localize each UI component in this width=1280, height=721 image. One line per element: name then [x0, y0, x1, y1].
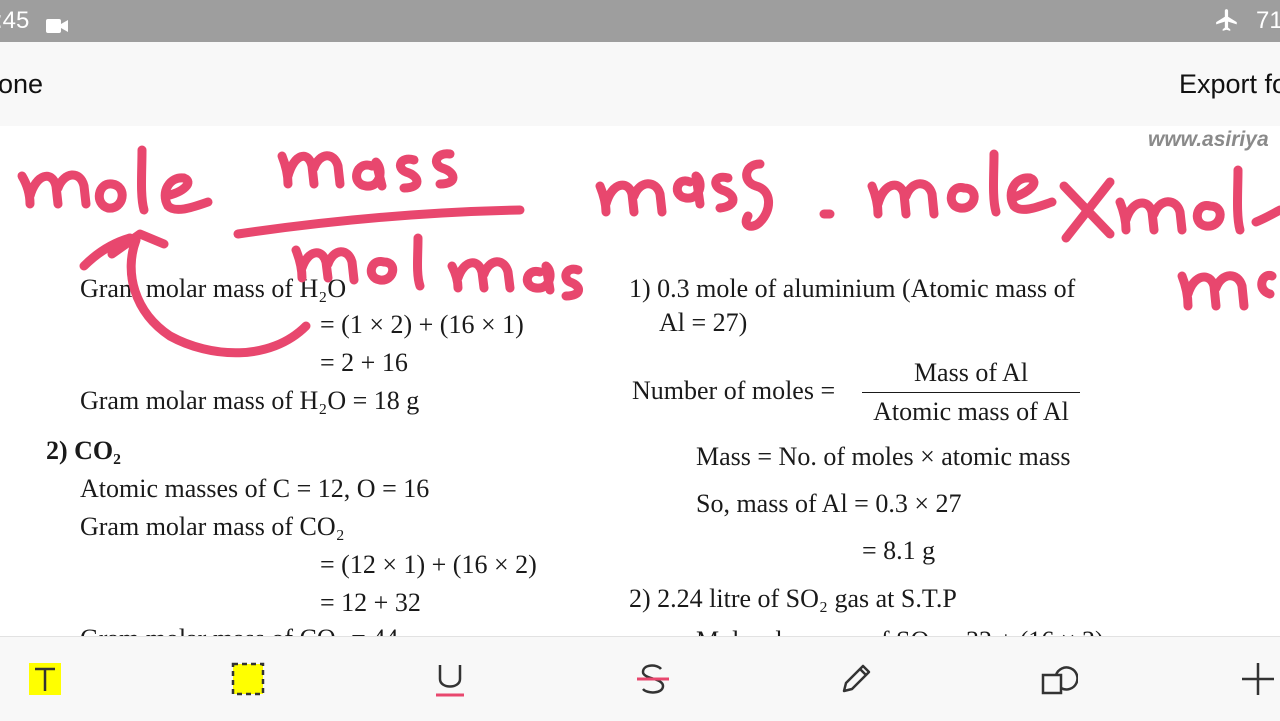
formula-label: Number of moles =: [632, 376, 836, 405]
doc-line: = 12 + 32: [320, 588, 421, 617]
doc-line: 2) 2.24 litre of SO₂ gas at S.T.P: [629, 584, 957, 613]
fraction-denominator: Atomic mass of Al: [873, 397, 1069, 426]
doc-line: = 8.1 g: [862, 536, 936, 565]
status-time: :45: [0, 7, 30, 34]
doc-line: Molecular mass of SO₂ = 32 + (16 × 2): [696, 626, 1104, 636]
doc-line: Gram molar mass of H₂O = 18 g: [80, 386, 420, 415]
document-page[interactable]: www.asiriya Gram molar mass of H₂O = (1 …: [0, 126, 1280, 636]
doc-line: Gram molar mass of H₂O: [80, 274, 347, 303]
doc-line: So, mass of Al = 0.3 × 27: [696, 489, 962, 518]
doc-line: = (1 × 2) + (16 × 1): [320, 310, 524, 339]
doc-line: 1) 0.3 mole of aluminium (Atomic mass of: [629, 274, 1076, 303]
area-select-icon[interactable]: [228, 659, 268, 699]
export-button[interactable]: Export fo: [1179, 69, 1280, 100]
formula-fraction: Mass of Al Atomic mass of Al: [862, 358, 1080, 427]
app-bar: one Export fo: [0, 42, 1280, 126]
status-bar: :45 71: [0, 0, 1280, 42]
pencil-icon[interactable]: [836, 659, 876, 699]
doc-line: Al = 27): [659, 308, 748, 337]
doc-line: Mass = No. of moles × atomic mass: [696, 442, 1071, 471]
strikethrough-icon[interactable]: [633, 659, 673, 699]
watermark: www.asiriya: [1148, 128, 1269, 151]
underline-icon[interactable]: [430, 659, 470, 699]
doc-line: = 2 + 16: [320, 348, 408, 377]
doc-line: Gram molar mass of CO₂: [80, 512, 345, 541]
shapes-icon[interactable]: [1038, 659, 1078, 699]
fraction-numerator: Mass of Al: [862, 358, 1080, 393]
doc-heading: 2) CO₂: [46, 436, 121, 465]
airplane-mode-icon: [1214, 7, 1240, 40]
doc-line: = (12 × 1) + (16 × 2): [320, 550, 537, 579]
battery-level: 71: [1256, 7, 1280, 34]
doc-line: Atomic masses of C = 12, O = 16: [80, 474, 430, 503]
add-icon[interactable]: [1238, 659, 1278, 699]
text-tool-icon[interactable]: [25, 659, 65, 699]
video-camera-icon: [46, 13, 68, 41]
doc-line: Gram molar mass of CO₂ = 44: [80, 624, 398, 636]
annotation-toolbar: [0, 636, 1280, 721]
done-button[interactable]: one: [0, 69, 43, 100]
